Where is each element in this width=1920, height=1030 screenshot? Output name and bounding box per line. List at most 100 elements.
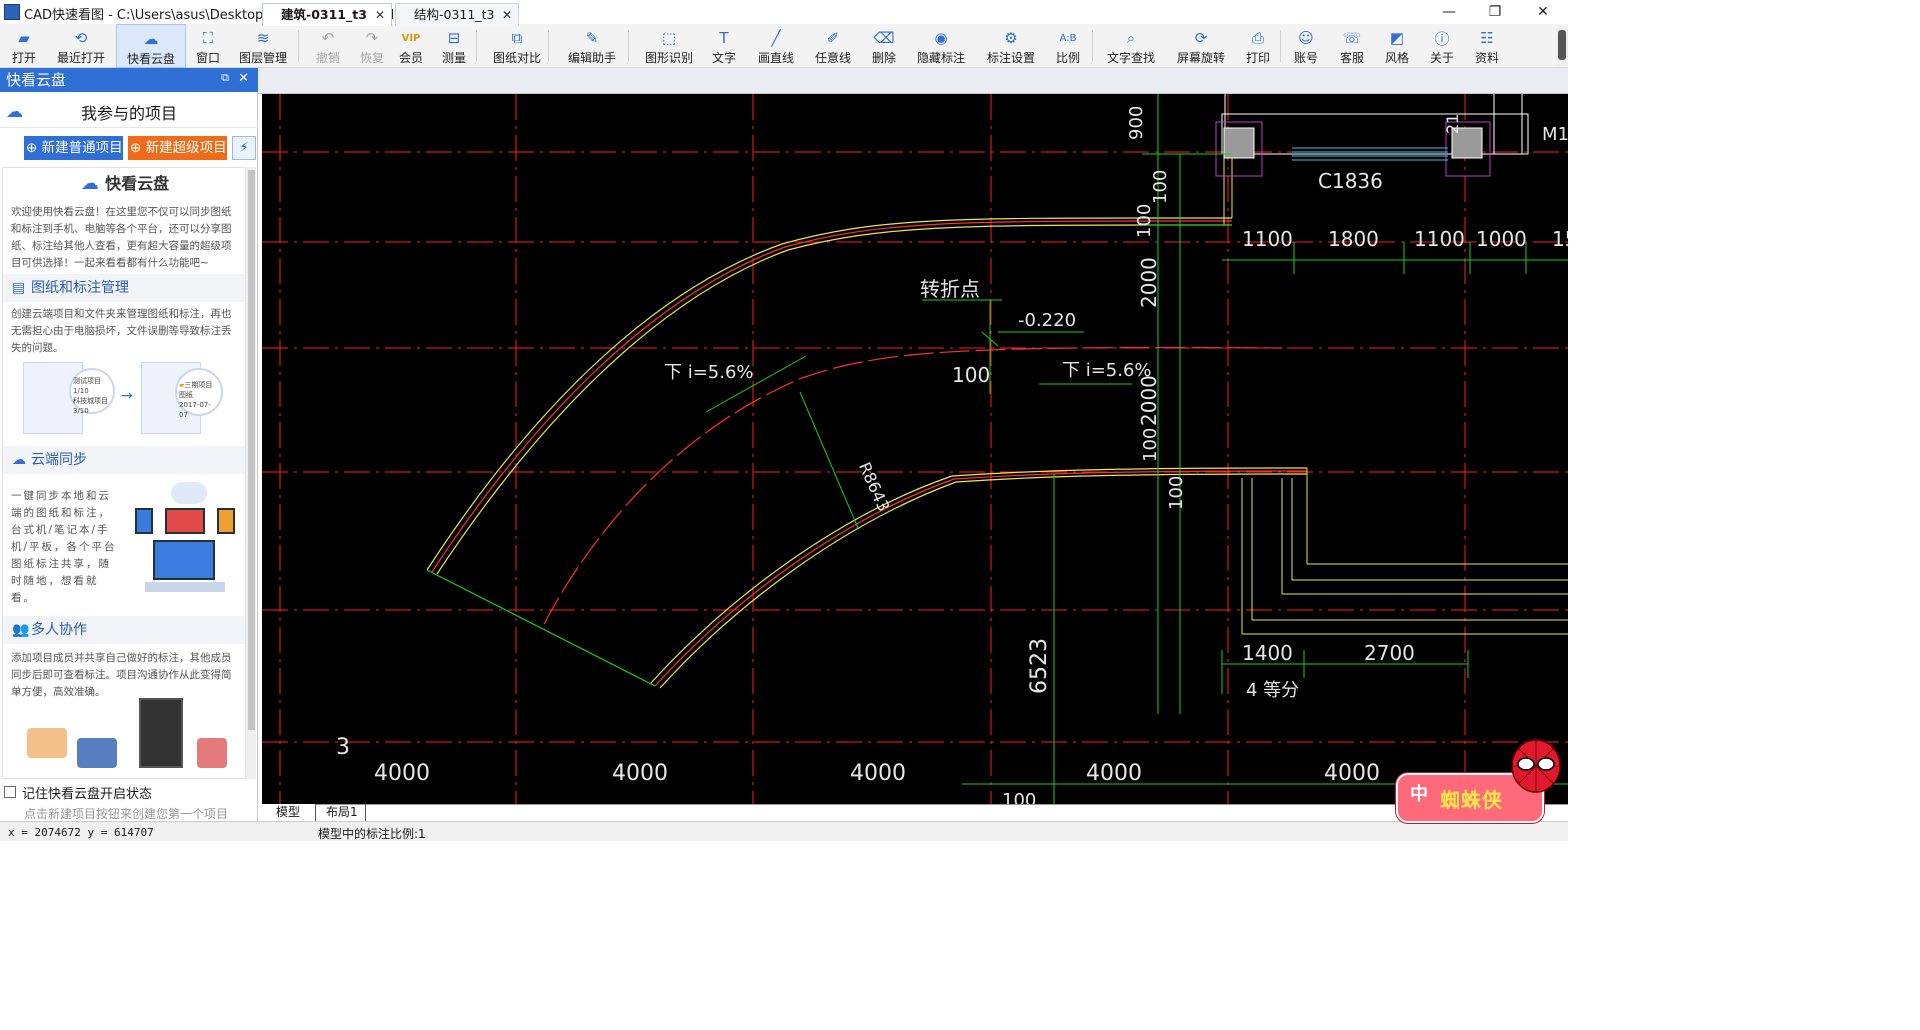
management-illustration: 测试项目 1/10 科技城项目 3/10 → ▰三期项目图纸 2017-07-07 bbox=[17, 358, 237, 442]
dim-text: 900 bbox=[1126, 106, 1147, 140]
toolbar-button-label: 画直线 bbox=[757, 51, 794, 65]
dim-text: 6523 bbox=[1027, 638, 1052, 694]
text-icon: T bbox=[719, 29, 729, 47]
dim-text: 1800 bbox=[1328, 227, 1379, 251]
toolbar-button-recent[interactable]: ⟲ 最近打开 bbox=[50, 24, 112, 68]
toolbar-button-print[interactable]: ⎙ 打印 bbox=[1236, 24, 1280, 68]
new-normal-project-button[interactable]: ⊕ 新建普通项目 bbox=[24, 136, 123, 160]
layout-tab-layout1[interactable]: 布局1 bbox=[320, 804, 366, 821]
toolbar-button-measure[interactable]: ⊟ 测量 bbox=[430, 24, 478, 68]
toolbar-button-cloud[interactable]: ☁ 快看云盘 bbox=[116, 24, 186, 68]
cloud-sync-icon: ☁ bbox=[12, 452, 26, 468]
tab-label: 结构-0311_t3 bbox=[414, 7, 495, 22]
support-icon: ☏ bbox=[1342, 29, 1362, 47]
minimize-button[interactable]: — bbox=[1426, 0, 1472, 24]
ramp-end bbox=[426, 569, 656, 687]
toolbar-button-scale[interactable]: A:B 比例 bbox=[1048, 24, 1088, 68]
toolbar-scroll-thumb[interactable] bbox=[1558, 30, 1566, 60]
radius-leader bbox=[799, 391, 859, 529]
toolbar-button-hide-annotation[interactable]: ◉ 隐藏标注 bbox=[910, 24, 972, 68]
recent-icon: ⟲ bbox=[74, 29, 88, 47]
sync-button[interactable]: ⚡ bbox=[232, 136, 256, 160]
toolbar-button-label: 最近打开 bbox=[56, 51, 105, 65]
cloud-icon bbox=[171, 482, 207, 504]
dim-text: 2000 bbox=[1137, 375, 1161, 426]
remember-checkbox[interactable] bbox=[4, 786, 16, 798]
edit-helper-icon: ✎ bbox=[585, 29, 599, 47]
section-title: 云端同步 bbox=[31, 452, 87, 468]
toolbar-button-freehand[interactable]: ✐ 任意线 bbox=[806, 24, 860, 68]
toolbar-button-window[interactable]: ⛶ 窗口 bbox=[186, 24, 230, 68]
toolbar-button-label: 打印 bbox=[1245, 51, 1270, 65]
eraser-icon: ⌫ bbox=[873, 29, 895, 47]
panel-float-icon[interactable]: ⧉ bbox=[219, 72, 231, 84]
close-button[interactable]: ✕ bbox=[1520, 0, 1566, 24]
drawing-texts: 900 100 100 21 C1836 M15 1100 1800 1100 … bbox=[336, 106, 1568, 804]
toolbar-button-redo[interactable]: ↷ 恢复 bbox=[350, 24, 394, 68]
toolbar-button-eraser[interactable]: ⌫ 删除 bbox=[862, 24, 906, 68]
toolbar-button-support[interactable]: ☏ 客服 bbox=[1328, 24, 1376, 68]
toolbar-button-shape-recognize[interactable]: ⬚ 图形识别 bbox=[636, 24, 702, 68]
axis-number: 3 bbox=[336, 735, 350, 760]
annotation-scale: 模型中的标注比例:1 bbox=[318, 827, 426, 841]
toolbar-button-text-search[interactable]: ⌕ 文字查找 bbox=[1096, 24, 1166, 68]
toolbar-button-vip[interactable]: VIP 会员 bbox=[392, 24, 430, 68]
toolbar-separator bbox=[1280, 30, 1281, 62]
toolbar-button-label: 打开 bbox=[11, 51, 36, 65]
layout-tab-model[interactable]: 模型 bbox=[262, 804, 316, 821]
ramp-center-lines bbox=[431, 220, 1308, 687]
compare-icon: ⧉ bbox=[511, 29, 523, 47]
person-icon bbox=[77, 738, 117, 768]
person-icon bbox=[27, 728, 67, 758]
toolbar-button-label: 图形识别 bbox=[644, 51, 693, 65]
toolbar-button-open-folder[interactable]: ▰ 打开 bbox=[0, 24, 48, 68]
panel-scrollbar-thumb[interactable] bbox=[248, 170, 255, 730]
window-icon: ⛶ bbox=[202, 29, 214, 47]
ramp-walls bbox=[426, 217, 1308, 689]
print-icon: ⎙ bbox=[1251, 29, 1264, 47]
toolbar-button-account[interactable]: ☺ 账号 bbox=[1284, 24, 1328, 68]
annotation-settings-icon: ⚙ bbox=[1004, 29, 1018, 47]
toolbar-button-layers[interactable]: ≋ 图层管理 bbox=[232, 24, 294, 68]
cloud-icon: ☁ bbox=[143, 30, 159, 48]
ramp-end-line bbox=[426, 569, 656, 687]
toolbar-button-docs[interactable]: ☷ 资料 bbox=[1464, 24, 1510, 68]
restore-button[interactable]: ❐ bbox=[1472, 0, 1518, 24]
new-super-project-button[interactable]: ⊕ 新建超级项目 bbox=[128, 136, 227, 160]
toolbar-button-label: 屏幕旋转 bbox=[1176, 51, 1225, 65]
toolbar-button-text[interactable]: T 文字 bbox=[702, 24, 746, 68]
tab-struct-drawing[interactable]: 结构-0311_t3 ✕ bbox=[395, 3, 519, 26]
section-header-collab: 👥 多人协作 bbox=[3, 616, 245, 644]
toolbar-button-label: 隐藏标注 bbox=[916, 51, 965, 65]
panel-close-icon[interactable]: ✕ bbox=[238, 71, 249, 87]
toolbar-button-line[interactable]: ╱ 画直线 bbox=[748, 24, 804, 68]
layers-icon: ≋ bbox=[256, 29, 270, 47]
dim-text: 2700 bbox=[1364, 641, 1415, 665]
cad-canvas[interactable]: 900 100 100 21 C1836 M15 1100 1800 1100 … bbox=[262, 94, 1568, 804]
spider-mascot-icon bbox=[1511, 739, 1561, 793]
about-icon: ⓘ bbox=[1434, 29, 1450, 48]
toolbar-button-compare[interactable]: ⧉ 图纸对比 bbox=[484, 24, 550, 68]
magnifier-circle: ▰三期项目图纸 2017-07-07 bbox=[175, 368, 223, 419]
server-icon bbox=[139, 698, 183, 768]
open-folder-icon: ▰ bbox=[18, 29, 30, 47]
axis-grid bbox=[262, 94, 1568, 804]
toolbar-button-edit-helper[interactable]: ✎ 编辑助手 bbox=[556, 24, 628, 68]
dim-text: 100 bbox=[1150, 170, 1171, 204]
dimension-lines bbox=[705, 94, 1568, 804]
tab-arch-drawing[interactable]: 建筑-0311_t3 ✕ bbox=[262, 3, 392, 26]
grid-dim-text: 4000 bbox=[1324, 761, 1380, 786]
tab-close-icon[interactable]: ✕ bbox=[502, 4, 512, 26]
dim-text: 21 bbox=[1443, 114, 1462, 134]
toolbar-button-annotation-settings[interactable]: ⚙ 标注设置 bbox=[976, 24, 1046, 68]
ramp-inner-wall bbox=[649, 467, 1308, 685]
toolbar-button-style[interactable]: ◩ 风格 bbox=[1374, 24, 1420, 68]
toolbar-button-undo[interactable]: ↶ 撤销 bbox=[306, 24, 350, 68]
toolbar-button-rotate-screen[interactable]: ⟳ 屏幕旋转 bbox=[1166, 24, 1236, 68]
toolbar-button-about[interactable]: ⓘ 关于 bbox=[1420, 24, 1464, 68]
slope-label: 下 i=5.6% bbox=[664, 362, 754, 383]
intro-content: ☁ 快看云盘 欢迎使用快看云盘！在这里您不仅可以同步图纸和标注到手机、电脑等各个… bbox=[2, 167, 246, 779]
toolbar-button-label: 资料 bbox=[1474, 51, 1499, 65]
tab-close-icon[interactable]: ✕ bbox=[375, 4, 385, 26]
ramp-outer-wall bbox=[436, 224, 1233, 575]
